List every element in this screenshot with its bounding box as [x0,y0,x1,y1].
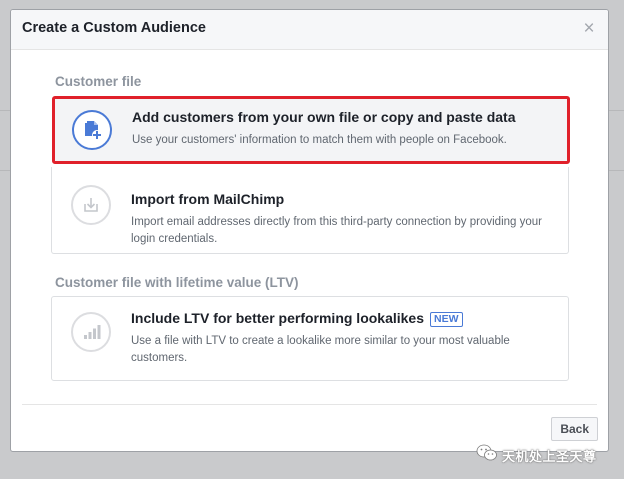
option-add-customers-from-file[interactable]: Add customers from your own file or copy… [52,96,570,164]
new-badge: NEW [430,312,463,327]
footer-divider [22,404,597,405]
background-divider [609,110,624,111]
background-divider [0,170,10,171]
create-custom-audience-dialog: Create a Custom Audience × Customer file… [10,9,609,452]
file-add-icon [72,110,112,150]
section-title-customer-file: Customer file [55,74,142,89]
option-title: Import from MailChimp [131,191,285,207]
close-icon: × [583,18,595,39]
bar-chart-icon [71,312,111,352]
import-icon [71,185,111,225]
wechat-icon [476,444,498,467]
back-button[interactable]: Back [551,417,598,441]
dialog-header: Create a Custom Audience × [11,10,608,50]
option-import-mailchimp[interactable]: Import from MailChimp Import email addre… [51,167,569,254]
dialog-title: Create a Custom Audience [22,20,206,36]
option-description: Import email addresses directly from thi… [131,216,542,245]
close-button[interactable]: × [580,18,598,40]
watermark: 天机处上圣天尊 [476,444,597,466]
background-divider [0,110,10,111]
option-title-text: Include LTV for better performing lookal… [131,310,425,326]
option-description: Use your customers' information to match… [132,134,507,146]
option-title: Include LTV for better performing lookal… [131,310,463,327]
option-description: Use a file with LTV to create a lookalik… [131,335,510,364]
option-include-ltv[interactable]: Include LTV for better performing lookal… [51,296,569,381]
option-title: Add customers from your own file or copy… [132,109,516,125]
section-title-customer-file-ltv: Customer file with lifetime value (LTV) [55,275,299,290]
watermark-text: 天机处上圣天尊 [502,448,597,464]
background-divider [609,170,624,171]
